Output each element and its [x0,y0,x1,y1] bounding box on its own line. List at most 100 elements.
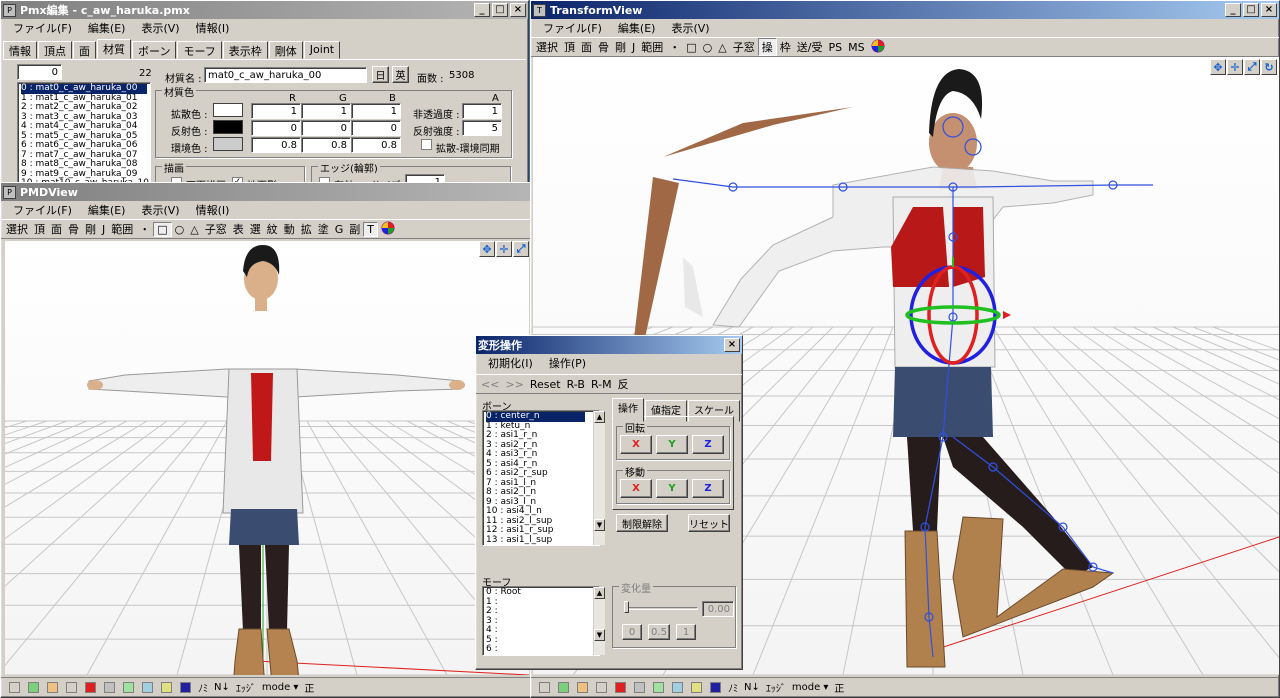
tool-button[interactable]: 紋 [264,221,281,237]
sync-checkbox[interactable] [421,139,432,150]
change-slider-track[interactable] [624,607,698,610]
tool-button[interactable]: 範囲 [638,39,666,55]
tool-button[interactable]: 拡 [298,221,315,237]
view-mode-icon[interactable] [9,682,20,693]
change-slider-thumb[interactable] [624,601,629,613]
tool-button[interactable]: J [99,223,108,236]
tool-button[interactable]: 剛 [82,221,99,237]
tool-button[interactable]: 頂 [561,39,578,55]
list-item[interactable]: 6 : [486,644,585,655]
morph-list[interactable]: 0 : Root 1 :2 :3 :4 :5 :6 : [482,586,600,656]
menu-view[interactable]: 表示(V) [133,202,187,218]
tab-bone[interactable]: ボーン [132,41,177,59]
tool-button[interactable]: MS [845,41,867,54]
list-item[interactable]: 0 : Root [486,587,585,598]
red-triangle-icon[interactable] [615,682,626,693]
alpha-input[interactable]: 1 [462,103,502,119]
list-item[interactable]: 4 : [486,625,585,636]
yellow-tool-icon[interactable] [691,682,702,693]
transform-view-titlebar[interactable]: T TransformView _ □ × [531,1,1279,19]
menu-view[interactable]: 表示(V) [663,20,717,36]
japanese-name-button[interactable]: 日 [372,66,389,83]
move-z-button[interactable]: Z [692,479,724,498]
status-item[interactable]: ﾉﾐ [198,680,208,695]
minimize-icon[interactable]: _ [1225,3,1241,17]
tool-button[interactable]: 塗 [315,221,332,237]
tool-button[interactable]: 副 [346,221,363,237]
bone-list[interactable]: 0 : center_n 1 : ketu_n 2 : asi1_r_n 3 : as… [482,410,600,546]
tool-button[interactable]: 枠 [777,39,794,55]
ambient-b[interactable]: 0.8 [351,137,401,153]
specular-g[interactable]: 0 [301,120,351,136]
tool-button[interactable]: 表 [230,221,247,237]
material-name-input[interactable]: mat0_c_aw_haruka_00 [204,67,367,83]
pmx-editor-titlebar[interactable]: P Pmx編集 - c_aw_haruka.pmx _ □ × [1,1,528,19]
tool-button[interactable]: 選択 [533,39,561,55]
list-item[interactable]: 5 : [486,635,585,646]
morph-list-scrollbar[interactable]: ▲ ▼ [593,587,605,655]
preset-05-button[interactable]: 0.5 [648,624,670,640]
menu-edit[interactable]: 編集(E) [80,202,134,218]
tool-button[interactable]: 子窓 [730,39,758,55]
menu-info[interactable]: 情報(I) [188,202,238,218]
ambient-swatch[interactable] [213,137,243,151]
ambient-r[interactable]: 0.8 [251,137,301,153]
menu-edit[interactable]: 編集(E) [610,20,664,36]
spec-power-input[interactable]: 5 [462,120,502,136]
tool-button[interactable]: 選 [247,221,264,237]
pmd-view-titlebar[interactable]: P PMDView [1,183,531,201]
orange-tool-icon[interactable] [577,682,588,693]
tool-button[interactable]: □ [683,41,699,54]
red-triangle-icon[interactable] [85,682,96,693]
next-button[interactable]: >> [502,378,526,391]
reset-tool-button[interactable]: Reset [527,378,564,391]
zoom-icon[interactable]: ⤢ [1244,59,1260,75]
close-icon[interactable]: × [724,338,740,352]
diffuse-g[interactable]: 1 [301,103,351,119]
tool-button[interactable]: ・ [666,39,683,55]
light-green-icon[interactable] [123,682,134,693]
bone-list-scrollbar[interactable]: ▲ ▼ [593,411,605,545]
diffuse-b[interactable]: 1 [351,103,401,119]
preset-0-button[interactable]: 0 [622,624,642,640]
tool-button[interactable]: PS [825,41,845,54]
status-item[interactable]: N↓ [744,682,760,693]
tool-button[interactable]: ○ [700,41,716,54]
list-item[interactable]: 1 : [486,597,585,608]
minimize-icon[interactable]: _ [474,3,490,17]
tab-morph[interactable]: モーフ [177,41,222,59]
tab-material[interactable]: 材質 [97,39,131,59]
tab-vertex[interactable]: 頂点 [38,41,72,59]
rb-button[interactable]: R-B [564,378,588,391]
tool-button[interactable]: □ [153,221,172,237]
move-icon[interactable]: ✛ [496,241,512,257]
status-item[interactable]: mode ▾ [262,682,299,693]
gray-tool-icon[interactable] [634,682,645,693]
close-icon[interactable]: × [510,3,526,17]
blue-square-icon[interactable] [180,682,191,693]
tab-rigid-body[interactable]: 剛体 [268,41,303,59]
move-x-button[interactable]: X [620,479,652,498]
ambient-g[interactable]: 0.8 [301,137,351,153]
tab-face[interactable]: 面 [73,41,96,59]
tool-button[interactable]: 子窓 [202,221,230,237]
tool-button[interactable]: △ [187,223,201,236]
preset-1-button[interactable]: 1 [676,624,696,640]
specular-swatch[interactable] [213,120,243,134]
tool-button[interactable]: △ [715,41,729,54]
tool-button[interactable]: 操 [757,38,777,56]
menu-operation[interactable]: 操作(P) [541,355,594,371]
pmd-viewport[interactable]: ✥ ✛ ⤢ [5,241,529,675]
status-item[interactable]: ｴｯｼﾞ [236,680,256,695]
status-item[interactable]: 正 [834,680,844,695]
tab-joint[interactable]: Joint [303,41,341,59]
tool-button[interactable]: ・ [136,221,153,237]
gray-tool-icon[interactable] [104,682,115,693]
tab-operation[interactable]: 操作 [612,398,644,422]
list-item[interactable]: 2 : [486,606,585,617]
tool-button[interactable]: 剛 [612,39,629,55]
close-icon[interactable]: × [1261,3,1277,17]
status-item[interactable]: mode ▾ [792,682,829,693]
cyan-tool-icon[interactable] [672,682,683,693]
menu-edit[interactable]: 編集(E) [80,20,134,36]
